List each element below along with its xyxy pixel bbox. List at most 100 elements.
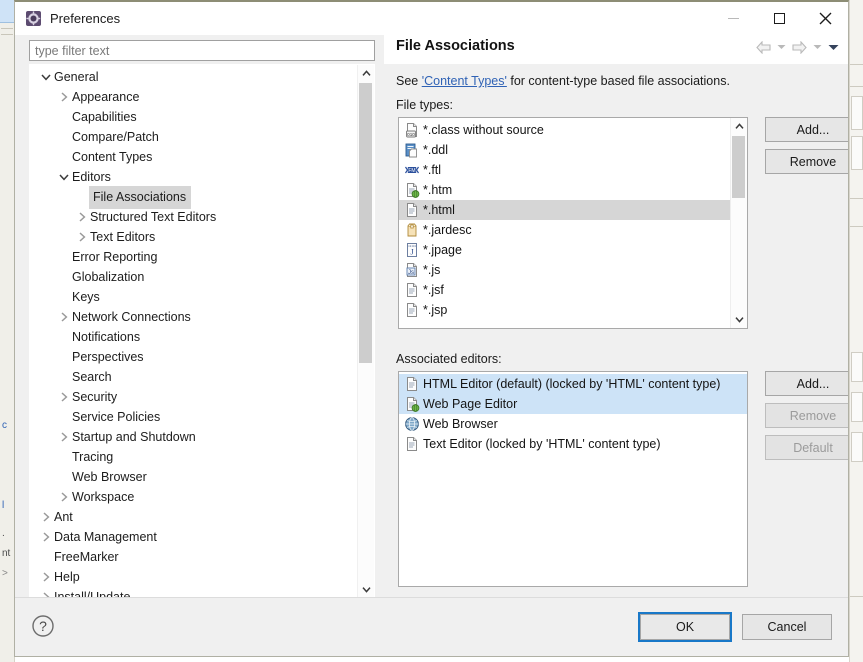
svg-text:010: 010 [407, 132, 415, 137]
help-question-icon[interactable]: ? [31, 614, 55, 638]
list-item[interactable]: Js *.js [399, 260, 731, 280]
tree-item-appearance[interactable]: Appearance [30, 87, 360, 107]
tree-item-ant[interactable]: Ant [30, 507, 360, 527]
list-item[interactable]: *.jsf [399, 280, 731, 300]
tree-item-tracing[interactable]: Tracing [30, 447, 360, 467]
scroll-down-icon[interactable] [731, 311, 747, 328]
list-item[interactable]: Web Browser [399, 414, 747, 434]
dialog-footer: ? OK Cancel [15, 597, 848, 656]
file-types-items: 010 *.class without source *.ddl FM *.ftl *.h… [399, 118, 731, 320]
forward-arrow-icon[interactable] [790, 38, 808, 56]
list-item[interactable]: Web Page Editor [399, 394, 747, 414]
pane-nav-toolbar [754, 38, 840, 56]
tree-scroll-thumb[interactable] [359, 83, 372, 363]
tree-item-capabilities[interactable]: Capabilities [30, 107, 360, 127]
tree-scrollbar[interactable] [357, 65, 374, 598]
tree-item-label: Network Connections [72, 310, 191, 324]
tree-item-compare-patch[interactable]: Compare/Patch [30, 127, 360, 147]
tree-item-globalization[interactable]: Globalization [30, 267, 360, 287]
scroll-up-icon[interactable] [358, 65, 374, 82]
tree-item-error-reporting[interactable]: Error Reporting [30, 247, 360, 267]
minimize-icon[interactable] [710, 2, 756, 35]
tree-item-text-editors[interactable]: Text Editors [30, 227, 360, 247]
chevron-right-icon[interactable] [56, 427, 72, 447]
tree-item-label: Startup and Shutdown [72, 430, 196, 444]
list-item-label: *.jardesc [423, 223, 472, 237]
remove-file-type-button[interactable]: Remove [765, 149, 848, 174]
associated-editors-list[interactable]: HTML Editor (default) (locked by 'HTML' … [398, 371, 748, 587]
tree-item-label: Ant [54, 510, 73, 524]
tree-item-keys[interactable]: Keys [30, 287, 360, 307]
scroll-down-icon[interactable] [358, 581, 374, 598]
tree-twisty-spacer [56, 347, 72, 367]
pane-header: File Associations [384, 32, 848, 65]
tree-item-content-types[interactable]: Content Types [30, 147, 360, 167]
view-menu-chevron-down-icon[interactable] [826, 38, 840, 56]
tree-item-network-connections[interactable]: Network Connections [30, 307, 360, 327]
list-item[interactable]: *.ddl [399, 140, 731, 160]
text-file-icon [403, 202, 421, 218]
forward-menu-chevron-down-icon[interactable] [810, 38, 824, 56]
content-types-link[interactable]: 'Content Types' [422, 74, 507, 88]
list-item[interactable]: *.jsp [399, 300, 731, 320]
list-item[interactable]: *.jardesc [399, 220, 731, 240]
close-icon[interactable] [802, 2, 848, 35]
list-item-label: HTML Editor (default) (locked by 'HTML' … [423, 377, 721, 391]
list-item-label: Text Editor (locked by 'HTML' content ty… [423, 437, 661, 451]
cancel-button[interactable]: Cancel [742, 614, 832, 640]
file-types-scroll-thumb[interactable] [732, 136, 745, 198]
tree-item-editors[interactable]: Editors [30, 167, 360, 187]
tree-item-data-management[interactable]: Data Management [30, 527, 360, 547]
add-editor-button[interactable]: Add... [765, 371, 848, 396]
list-item[interactable]: J *.jpage [399, 240, 731, 260]
tree-item-workspace[interactable]: Workspace [30, 487, 360, 507]
list-item[interactable]: FM *.ftl [399, 160, 731, 180]
tree-item-general[interactable]: General [30, 67, 360, 87]
list-item-label: *.js [423, 263, 441, 277]
list-item[interactable]: HTML Editor (default) (locked by 'HTML' … [399, 374, 747, 394]
chevron-right-icon[interactable] [74, 207, 90, 227]
preferences-dialog: Preferences General Appearance Capabilitie… [14, 0, 849, 657]
file-types-scrollbar[interactable] [730, 118, 747, 328]
chevron-right-icon[interactable] [56, 307, 72, 327]
chevron-down-icon[interactable] [56, 167, 72, 187]
tree-item-label: Search [72, 370, 112, 384]
chevron-right-icon[interactable] [56, 487, 72, 507]
tree-twisty-spacer [56, 327, 72, 347]
back-menu-chevron-down-icon[interactable] [774, 38, 788, 56]
filter-input[interactable] [29, 40, 375, 61]
tree-twisty-spacer [56, 467, 72, 487]
list-item[interactable]: Text Editor (locked by 'HTML' content ty… [399, 434, 747, 454]
tree-item-help[interactable]: Help [30, 567, 360, 587]
chevron-down-icon[interactable] [38, 67, 54, 87]
preferences-tree[interactable]: General Appearance Capabilities Compare/Pat… [29, 64, 375, 599]
tree-item-file-associations[interactable]: File Associations [30, 185, 360, 209]
maximize-icon[interactable] [756, 2, 802, 35]
ok-button[interactable]: OK [638, 612, 732, 642]
tree-item-service-policies[interactable]: Service Policies [30, 407, 360, 427]
chevron-right-icon[interactable] [38, 527, 54, 547]
back-arrow-icon[interactable] [754, 38, 772, 56]
svg-text:Js: Js [408, 270, 414, 276]
chevron-right-icon[interactable] [56, 387, 72, 407]
chevron-right-icon[interactable] [74, 227, 90, 247]
list-item[interactable]: *.html [399, 200, 731, 220]
add-file-type-button[interactable]: Add... [765, 117, 848, 142]
tree-item-label: Service Policies [72, 410, 161, 424]
tree-item-startup-and-shutdown[interactable]: Startup and Shutdown [30, 427, 360, 447]
list-item[interactable]: *.htm [399, 180, 731, 200]
tree-item-web-browser[interactable]: Web Browser [30, 467, 360, 487]
list-item[interactable]: 010 *.class without source [399, 120, 731, 140]
scroll-up-icon[interactable] [731, 118, 747, 135]
tree-item-freemarker[interactable]: FreeMarker [30, 547, 360, 567]
tree-item-search[interactable]: Search [30, 367, 360, 387]
tree-twisty-spacer [74, 187, 90, 207]
chevron-right-icon[interactable] [38, 567, 54, 587]
tree-item-security[interactable]: Security [30, 387, 360, 407]
tree-item-notifications[interactable]: Notifications [30, 327, 360, 347]
tree-item-perspectives[interactable]: Perspectives [30, 347, 360, 367]
tree-item-structured-text-editors[interactable]: Structured Text Editors [30, 207, 360, 227]
file-types-list[interactable]: 010 *.class without source *.ddl FM *.ftl *.h… [398, 117, 748, 329]
chevron-right-icon[interactable] [38, 507, 54, 527]
chevron-right-icon[interactable] [56, 87, 72, 107]
